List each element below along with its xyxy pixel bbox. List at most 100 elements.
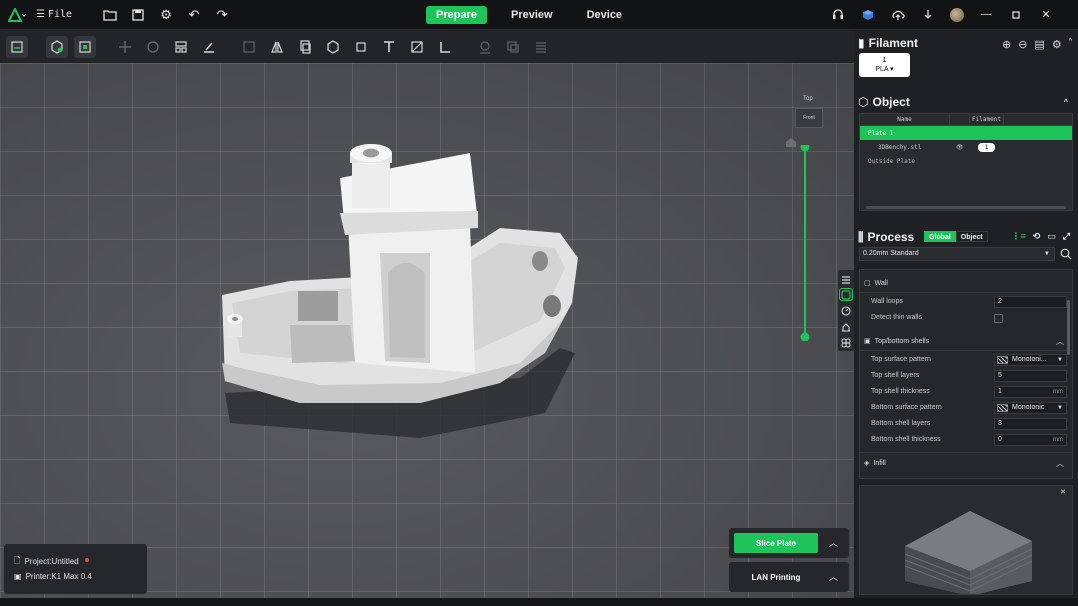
group-wall-label: Wall xyxy=(874,279,888,287)
printer-name[interactable]: Printer:K1 Max 0.4 xyxy=(26,572,92,581)
variable-layer-icon[interactable] xyxy=(530,36,552,58)
collapse-icon[interactable]: ^ xyxy=(1069,38,1072,51)
rotate-icon[interactable] xyxy=(142,36,164,58)
chevron-up-icon[interactable]: ︿ xyxy=(829,570,839,582)
cube-part-icon[interactable] xyxy=(350,36,372,58)
top-shell-layers-input[interactable]: 5 xyxy=(994,370,1067,382)
bottom-shell-layers-input[interactable]: 3 xyxy=(994,418,1067,430)
measure-icon[interactable] xyxy=(474,36,496,58)
add-model-icon[interactable] xyxy=(46,36,68,58)
list-item-plate[interactable]: Plate 1 xyxy=(860,126,1072,140)
scale-icon[interactable] xyxy=(238,36,260,58)
lan-printing-button[interactable]: LAN Printing xyxy=(734,567,818,587)
maximize-icon[interactable] xyxy=(1008,7,1024,23)
user-avatar[interactable] xyxy=(950,8,964,22)
slice-plate-button[interactable]: Slice Plate xyxy=(734,533,818,553)
bottom-shell-thickness-input[interactable]: 0 mm xyxy=(994,434,1067,446)
split-objects-icon[interactable] xyxy=(322,36,344,58)
edit-filament-icon[interactable]: ▤ xyxy=(1034,38,1044,51)
top-surface-pattern-select[interactable]: Monotoni... ▼ xyxy=(994,354,1067,366)
headset-support-icon[interactable] xyxy=(830,7,846,23)
layer-slider[interactable] xyxy=(800,142,810,342)
grid-objects-icon[interactable] xyxy=(839,336,853,349)
3d-viewport[interactable]: Top Front xyxy=(0,63,854,598)
arrange-icon[interactable] xyxy=(170,36,192,58)
remove-filament-icon[interactable]: ⊖ xyxy=(1018,38,1027,51)
text-icon[interactable] xyxy=(378,36,400,58)
top-shell-thickness-input[interactable]: 1 mm xyxy=(994,386,1067,398)
save-preset-icon[interactable]: ▭ xyxy=(1047,231,1056,242)
download-icon[interactable] xyxy=(920,7,936,23)
view-cube-top-label: Top xyxy=(803,96,813,102)
view-cube[interactable]: Front xyxy=(795,108,823,128)
filament-actions: ⊕ ⊖ ▤ ⚙ ^ xyxy=(1002,38,1072,51)
process-preset-select[interactable]: 0.20mm Standard ▼ xyxy=(859,247,1055,261)
detect-thin-walls-checkbox[interactable] xyxy=(994,314,1003,323)
file-menu[interactable]: ☰ File xyxy=(36,9,72,20)
visibility-eye-icon[interactable]: 👁 xyxy=(956,144,964,151)
auto-orient-icon[interactable] xyxy=(74,36,96,58)
wall-icon: ▢ xyxy=(864,280,871,287)
plate-view-icon[interactable] xyxy=(839,288,853,301)
col-filament[interactable]: Filament xyxy=(970,114,1004,125)
cloud-upload-icon[interactable] xyxy=(890,7,906,23)
minimize-icon[interactable]: — xyxy=(978,7,994,23)
horizontal-scrollbar[interactable] xyxy=(866,206,1066,209)
mirror-icon[interactable] xyxy=(266,36,288,58)
col-name[interactable]: Name xyxy=(860,114,950,125)
process-actions: ⋮≡ ⟲ ▭ ⤢ xyxy=(1011,231,1070,242)
settings-gear-icon[interactable]: ⚙ xyxy=(158,7,174,23)
support-paint-icon[interactable] xyxy=(406,36,428,58)
undo-icon[interactable]: ↶ xyxy=(186,7,202,23)
process-settings: ▢ Wall Wall loops 2 Detect thin walls ▣ … xyxy=(859,269,1073,479)
add-filament-icon[interactable]: ⊕ xyxy=(1002,38,1011,51)
collapse-icon[interactable]: ^ xyxy=(1064,99,1068,106)
advanced-list-icon[interactable]: ⋮≡ xyxy=(1011,231,1025,242)
group-top-bottom-shells[interactable]: ▣ Top/bottom shells ︿ xyxy=(864,334,1064,348)
tab-prepare[interactable]: Prepare xyxy=(426,6,487,24)
search-icon[interactable] xyxy=(1060,248,1072,260)
setting-bottom-surface-pattern: Bottom surface pattern Monotonic ▼ xyxy=(871,401,1067,415)
benchy-model[interactable] xyxy=(0,63,854,598)
bottom-surface-pattern-select[interactable]: Monotonic ▼ xyxy=(994,402,1067,414)
wall-loops-input[interactable]: 2 xyxy=(994,296,1067,308)
model-store-icon[interactable] xyxy=(860,7,876,23)
main-tabs: Prepare Preview Device xyxy=(426,6,632,24)
seg-object[interactable]: Object xyxy=(955,231,988,242)
list-item-model[interactable]: 3DBenchy.stl 👁 1 xyxy=(860,140,1072,154)
vertical-scrollbar[interactable] xyxy=(1067,300,1070,355)
close-window-icon[interactable]: ✕ xyxy=(1038,7,1054,23)
move-icon[interactable] xyxy=(114,36,136,58)
copy-icon[interactable] xyxy=(294,36,316,58)
seam-paint-icon[interactable] xyxy=(434,36,456,58)
expand-icon[interactable]: ⤢ xyxy=(1063,231,1070,242)
close-icon[interactable]: ✕ xyxy=(1060,488,1066,496)
slice-actions: Slice Plate ︿ LAN Printing ︿ xyxy=(729,528,849,593)
chevron-up-icon[interactable]: ︿ xyxy=(829,536,839,548)
seg-global[interactable]: Global xyxy=(924,231,956,242)
assemble-icon[interactable] xyxy=(502,36,524,58)
support-icon[interactable] xyxy=(839,320,853,333)
tab-device[interactable]: Device xyxy=(577,6,632,24)
group-infill[interactable]: ◈ Infill ︿ xyxy=(864,456,1064,470)
open-folder-icon[interactable] xyxy=(102,7,118,23)
speed-gauge-icon[interactable] xyxy=(839,304,853,317)
tab-preview[interactable]: Preview xyxy=(501,6,563,24)
compare-icon[interactable]: ⟲ xyxy=(1033,231,1041,242)
redo-icon[interactable]: ↷ xyxy=(214,7,230,23)
save-icon[interactable] xyxy=(130,7,146,23)
layers-icon[interactable] xyxy=(839,272,853,285)
object-list-header: Name Filament xyxy=(860,114,1072,126)
app-logo-icon[interactable] xyxy=(7,6,27,22)
filament-settings-icon[interactable]: ⚙ xyxy=(1052,38,1062,51)
list-item-outside[interactable]: Outside Plate xyxy=(860,154,1072,168)
add-plate-icon[interactable] xyxy=(6,36,28,58)
model-name: 3DBenchy.stl xyxy=(878,143,922,151)
filament-slot-1[interactable]: 1 PLA ▾ xyxy=(859,53,910,77)
group-wall[interactable]: ▢ Wall xyxy=(864,276,1064,290)
home-view-icon[interactable] xyxy=(785,137,797,147)
file-menu-label: File xyxy=(47,9,73,20)
model-filament-badge[interactable]: 1 xyxy=(978,143,995,152)
lay-on-face-icon[interactable] xyxy=(198,36,220,58)
model-preview-thumbnail: ✕ xyxy=(859,485,1073,595)
